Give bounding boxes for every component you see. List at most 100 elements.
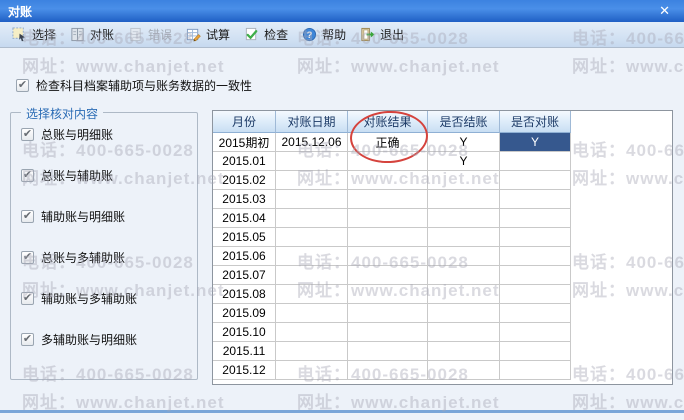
- table-cell[interactable]: 2015.10: [213, 323, 276, 342]
- table-cell[interactable]: [500, 228, 571, 247]
- table-cell[interactable]: [276, 266, 348, 285]
- table-cell[interactable]: 2015.07: [213, 266, 276, 285]
- table-cell[interactable]: [276, 285, 348, 304]
- table-cell[interactable]: [348, 266, 428, 285]
- table-cell[interactable]: [500, 285, 571, 304]
- table-cell[interactable]: [500, 171, 571, 190]
- checkbox[interactable]: ✔: [21, 209, 34, 223]
- checkbox[interactable]: ✔: [21, 127, 34, 141]
- table-filler: [571, 285, 672, 304]
- error-button-label: 错误: [148, 28, 173, 42]
- check-content-group: 选择核对内容 ✔ 总账与明细账 ✔ 总账与辅助账 ✔ 辅助账与明细账 ✔ 总账与…: [10, 105, 198, 380]
- table-cell[interactable]: [276, 361, 348, 380]
- table-cell[interactable]: [428, 228, 500, 247]
- table-cell[interactable]: [348, 323, 428, 342]
- table-filler: [571, 361, 672, 380]
- checkbox[interactable]: ✔: [21, 291, 34, 305]
- table-cell[interactable]: Y: [428, 133, 500, 152]
- table-row: 2015.08: [213, 285, 672, 304]
- column-header-result[interactable]: 对账结果: [348, 111, 428, 133]
- table-cell[interactable]: [500, 209, 571, 228]
- exit-door-icon: [360, 27, 375, 42]
- table-row: 2015期初 2015.12.06 正确 Y Y: [213, 133, 672, 152]
- table-cell[interactable]: 2015.11: [213, 342, 276, 361]
- reconcile-button[interactable]: 对账: [63, 24, 121, 45]
- table-row: 2015.09: [213, 304, 672, 323]
- table-cell[interactable]: [276, 247, 348, 266]
- table-cell[interactable]: [428, 361, 500, 380]
- table-cell[interactable]: [348, 228, 428, 247]
- consistency-checkbox[interactable]: ✔: [16, 79, 29, 92]
- close-icon[interactable]: ✕: [653, 1, 676, 21]
- table-cell[interactable]: [348, 190, 428, 209]
- column-header-reconciled[interactable]: 是否对账: [500, 111, 571, 133]
- table-filler: [571, 171, 672, 190]
- table-cell[interactable]: 2015.01: [213, 152, 276, 171]
- table-cell[interactable]: [500, 152, 571, 171]
- check-button-label: 检查: [264, 28, 289, 42]
- table-cell[interactable]: [276, 190, 348, 209]
- table-cell[interactable]: [348, 285, 428, 304]
- consistency-option: ✔ 检查科目档案辅助项与账务数据的一致性: [16, 77, 252, 94]
- table-cell[interactable]: [276, 209, 348, 228]
- table-cell[interactable]: 2015.03: [213, 190, 276, 209]
- table-cell[interactable]: [276, 304, 348, 323]
- table-cell[interactable]: [428, 323, 500, 342]
- table-cell[interactable]: [348, 209, 428, 228]
- table-cell[interactable]: [276, 323, 348, 342]
- exit-button[interactable]: 退出: [353, 24, 411, 45]
- table-cell[interactable]: 2015.04: [213, 209, 276, 228]
- select-button[interactable]: 选择: [5, 24, 63, 45]
- table-cell[interactable]: [428, 342, 500, 361]
- table-cell[interactable]: [348, 171, 428, 190]
- table-cell[interactable]: [348, 361, 428, 380]
- table-cell[interactable]: [500, 247, 571, 266]
- table-cell[interactable]: [348, 247, 428, 266]
- table-cell[interactable]: [500, 266, 571, 285]
- table-cell[interactable]: [428, 247, 500, 266]
- table-cell[interactable]: [500, 323, 571, 342]
- table-cell[interactable]: [428, 209, 500, 228]
- table-cell[interactable]: 2015.02: [213, 171, 276, 190]
- table-cell[interactable]: 2015.09: [213, 304, 276, 323]
- trial-button[interactable]: 试算: [179, 24, 237, 45]
- table-cell[interactable]: [428, 285, 500, 304]
- table-cell[interactable]: [428, 304, 500, 323]
- table-cell[interactable]: [276, 152, 348, 171]
- checkbox[interactable]: ✔: [21, 332, 34, 346]
- table-cell[interactable]: 2015.06: [213, 247, 276, 266]
- column-header-closed[interactable]: 是否结账: [428, 111, 500, 133]
- table-cell[interactable]: 2015.12.06: [276, 133, 348, 152]
- table-cell[interactable]: [276, 228, 348, 247]
- table-cell[interactable]: [500, 304, 571, 323]
- table-cell[interactable]: [428, 171, 500, 190]
- check-button[interactable]: 检查: [237, 24, 295, 45]
- table-cell[interactable]: [348, 342, 428, 361]
- table-cell[interactable]: 2015.08: [213, 285, 276, 304]
- table-row: 2015.06: [213, 247, 672, 266]
- table-body: 2015期初 2015.12.06 正确 Y Y 2015.01 Y 2015.02 2015.…: [213, 133, 672, 380]
- checkbox[interactable]: ✔: [21, 168, 34, 182]
- table-cell[interactable]: [500, 190, 571, 209]
- table-cell[interactable]: 2015.05: [213, 228, 276, 247]
- table-cell[interactable]: [428, 266, 500, 285]
- help-button[interactable]: ? 帮助: [295, 24, 353, 45]
- table-cell[interactable]: [276, 171, 348, 190]
- table-cell[interactable]: [500, 361, 571, 380]
- table-cell[interactable]: [500, 342, 571, 361]
- reconciliation-table: 月份 对账日期 对账结果 是否结账 是否对账 2015期初 2015.12.06 正…: [212, 110, 673, 385]
- table-header-row: 月份 对账日期 对账结果 是否结账 是否对账: [213, 111, 672, 133]
- column-header-date[interactable]: 对账日期: [276, 111, 348, 133]
- table-cell[interactable]: 正确: [348, 133, 428, 152]
- table-cell[interactable]: [348, 304, 428, 323]
- table-cell[interactable]: [348, 152, 428, 171]
- table-cell[interactable]: [428, 190, 500, 209]
- column-header-month[interactable]: 月份: [213, 111, 276, 133]
- table-cell[interactable]: 2015.12: [213, 361, 276, 380]
- table-cell[interactable]: 2015期初: [213, 133, 276, 152]
- table-cell[interactable]: [276, 342, 348, 361]
- table-cell[interactable]: Y: [428, 152, 500, 171]
- table-cell[interactable]: Y: [500, 133, 571, 152]
- checkbox[interactable]: ✔: [21, 250, 34, 264]
- table-filler: [571, 266, 672, 285]
